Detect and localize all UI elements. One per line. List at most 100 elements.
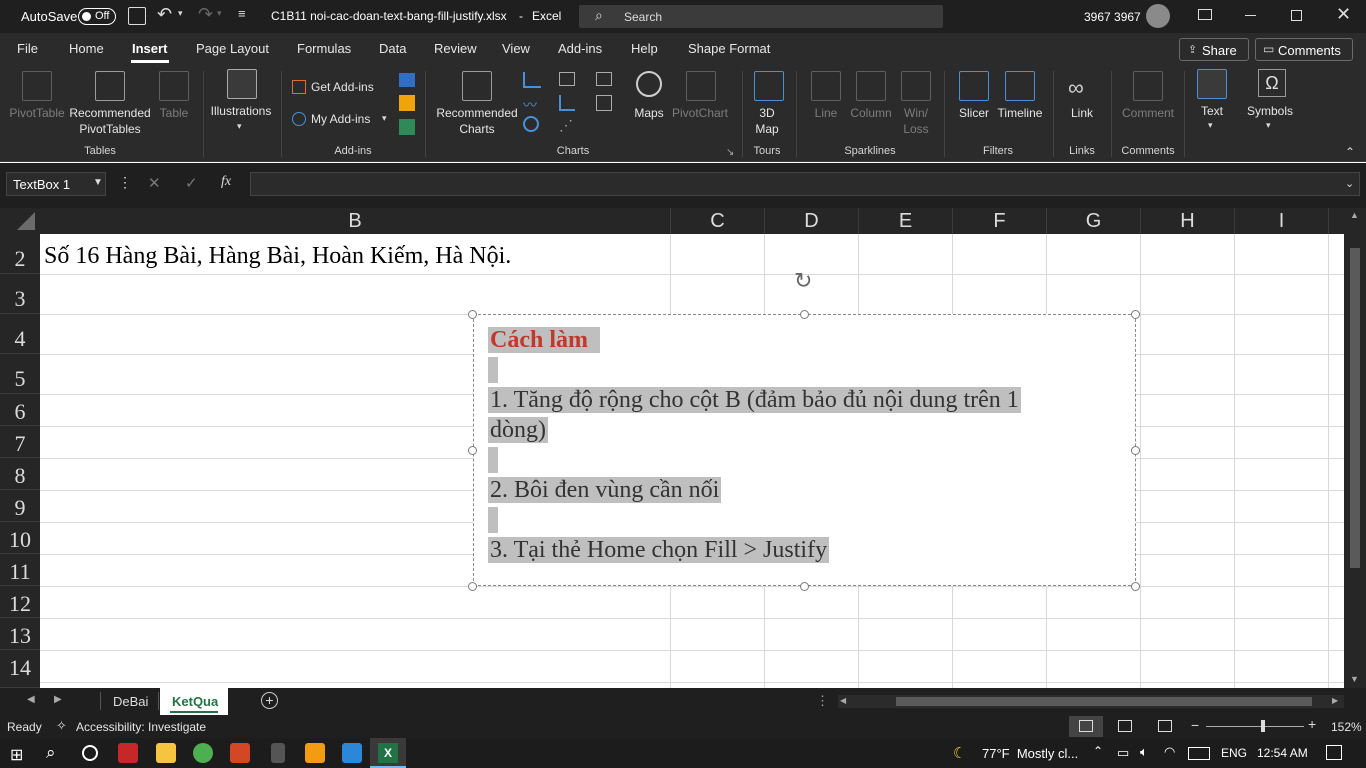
pivotchart-button[interactable]: PivotChart	[667, 105, 733, 121]
search-icon[interactable]: ⌕	[46, 743, 56, 763]
powerpoint-icon[interactable]	[230, 743, 250, 763]
more-options-icon[interactable]: ⋮	[118, 174, 132, 191]
undo-dropdown-icon[interactable]: ▾	[178, 8, 183, 19]
column-header-c[interactable]: C	[671, 208, 765, 234]
tab-page-layout[interactable]: Page Layout	[196, 41, 269, 56]
bing-icon[interactable]	[399, 95, 415, 111]
volume-icon[interactable]: 🔈︎	[1140, 744, 1148, 760]
text-button[interactable]: Text	[1190, 103, 1234, 119]
column-header-e[interactable]: E	[859, 208, 953, 234]
add-sheet-icon[interactable]: +	[261, 692, 278, 709]
winloss-sparkline-button[interactable]: Win/ Loss	[898, 105, 934, 137]
prev-sheet-icon[interactable]: ◀	[27, 694, 35, 705]
restore-icon[interactable]	[1291, 10, 1302, 21]
avatar[interactable]	[1146, 4, 1170, 28]
battery-icon[interactable]: ▭	[1117, 745, 1129, 761]
resize-handle[interactable]	[468, 310, 477, 319]
page-layout-view-icon[interactable]	[1118, 720, 1132, 732]
scrollbar-thumb[interactable]	[1350, 248, 1360, 568]
column-header-g[interactable]: G	[1047, 208, 1141, 234]
vertical-scrollbar[interactable]: ▲ ▼	[1344, 208, 1366, 688]
resize-handle[interactable]	[468, 446, 477, 455]
tab-help[interactable]: Help	[631, 41, 658, 56]
column-sparkline-button[interactable]: Column	[846, 105, 896, 121]
scroll-down-icon[interactable]: ▼	[1350, 674, 1359, 684]
pivottable-button[interactable]: PivotTable	[4, 105, 70, 121]
column-header-d[interactable]: D	[765, 208, 859, 234]
table-button[interactable]: Table	[152, 105, 196, 121]
statistic-chart-icon[interactable]	[559, 95, 575, 111]
row-header-3[interactable]: 3	[0, 274, 40, 314]
clock[interactable]: 12:54 AM	[1257, 746, 1308, 760]
3d-map-button[interactable]: 3D Map	[747, 105, 787, 137]
weather-text[interactable]: 77°F Mostly cl...	[982, 746, 1078, 761]
resize-handle[interactable]	[1131, 446, 1140, 455]
textbox[interactable]: Cách làm 1. Tăng độ rộng cho cột B (đảm …	[473, 314, 1136, 586]
my-addins-button[interactable]: My Add-ins	[311, 111, 370, 127]
link-button[interactable]: Link	[1062, 105, 1102, 121]
more-options-icon[interactable]: ⋮	[816, 693, 829, 709]
row-header-9[interactable]: 9	[0, 490, 40, 522]
undo-icon[interactable]: ↶	[157, 4, 172, 25]
maps-button[interactable]: Maps	[627, 105, 671, 121]
language-indicator[interactable]: ENG	[1221, 746, 1247, 760]
app-icon[interactable]	[305, 743, 325, 763]
windows-start-icon[interactable]: ⊞	[10, 745, 23, 765]
normal-view-button[interactable]	[1069, 716, 1103, 737]
row-header-8[interactable]: 8	[0, 458, 40, 490]
sheet-tab-ketqua[interactable]: KetQua	[160, 688, 228, 715]
tab-insert[interactable]: Insert	[132, 41, 167, 56]
scroll-up-icon[interactable]: ▲	[1350, 210, 1359, 220]
notifications-icon[interactable]	[1326, 745, 1342, 760]
redo-icon[interactable]: ↷	[198, 4, 213, 25]
illustrations-button[interactable]: Illustrations	[206, 103, 276, 119]
rotate-handle-icon[interactable]: ↻	[794, 268, 812, 294]
zoom-level[interactable]: 152%	[1331, 720, 1362, 734]
resize-handle[interactable]	[1131, 582, 1140, 591]
row-header-11[interactable]: 11	[0, 554, 40, 586]
pie-chart-icon[interactable]	[523, 116, 539, 132]
cancel-icon[interactable]: ✕	[148, 174, 161, 192]
excel-taskbar-button[interactable]: X	[370, 738, 406, 768]
line-sparkline-button[interactable]: Line	[805, 105, 847, 121]
slicer-button[interactable]: Slicer	[952, 105, 996, 121]
share-button[interactable]: ⇪ Share	[1179, 38, 1249, 61]
recommended-pivottables-button[interactable]: Recommended PivotTables	[64, 105, 156, 137]
close-icon[interactable]: ✕	[1336, 4, 1351, 25]
tab-home[interactable]: Home	[69, 41, 104, 56]
zoom-slider-thumb[interactable]	[1261, 720, 1265, 732]
select-all-corner[interactable]	[0, 208, 40, 234]
zoom-slider-track[interactable]	[1206, 726, 1304, 727]
timeline-button[interactable]: Timeline	[994, 105, 1046, 121]
task-view-icon[interactable]	[82, 745, 98, 761]
get-addins-button[interactable]: Get Add-ins	[311, 79, 374, 95]
symbols-button[interactable]: Symbols	[1240, 103, 1300, 119]
dialog-launcher-icon[interactable]: ↘	[726, 147, 734, 158]
chrome-icon[interactable]	[193, 743, 213, 763]
zoom-in-icon[interactable]: +	[1308, 716, 1316, 732]
scatter-chart-icon[interactable]: ⋰	[559, 117, 573, 134]
save-icon[interactable]	[128, 7, 146, 25]
tab-add-ins[interactable]: Add-ins	[558, 41, 602, 56]
row-header-12[interactable]: 12	[0, 586, 40, 618]
row-header-6[interactable]: 6	[0, 394, 40, 426]
enter-icon[interactable]: ✓	[185, 174, 198, 192]
people-graph-icon[interactable]	[399, 119, 415, 135]
opera-icon[interactable]	[118, 743, 138, 763]
zoom-out-icon[interactable]: −	[1191, 717, 1199, 733]
line-chart-icon[interactable]: 〰	[523, 95, 537, 115]
keyboard-icon[interactable]	[1188, 747, 1210, 760]
page-break-view-icon[interactable]	[1158, 720, 1172, 732]
recommended-charts-button[interactable]: Recommended Charts	[432, 105, 522, 137]
tab-view[interactable]: View	[502, 41, 530, 56]
search-box[interactable]: ⌕ Search	[579, 5, 943, 28]
row-header-4[interactable]: 4	[0, 314, 40, 354]
autosave-toggle[interactable]: Off	[78, 8, 116, 25]
row-header-10[interactable]: 10	[0, 522, 40, 554]
scrollbar-thumb[interactable]	[896, 697, 1312, 706]
name-box[interactable]: TextBox 1 ▼	[6, 172, 106, 196]
wifi-icon[interactable]: ◠	[1164, 744, 1175, 760]
insert-function-button[interactable]: fx	[221, 174, 231, 190]
redo-dropdown-icon[interactable]: ▾	[217, 8, 222, 19]
tab-formulas[interactable]: Formulas	[297, 41, 351, 56]
